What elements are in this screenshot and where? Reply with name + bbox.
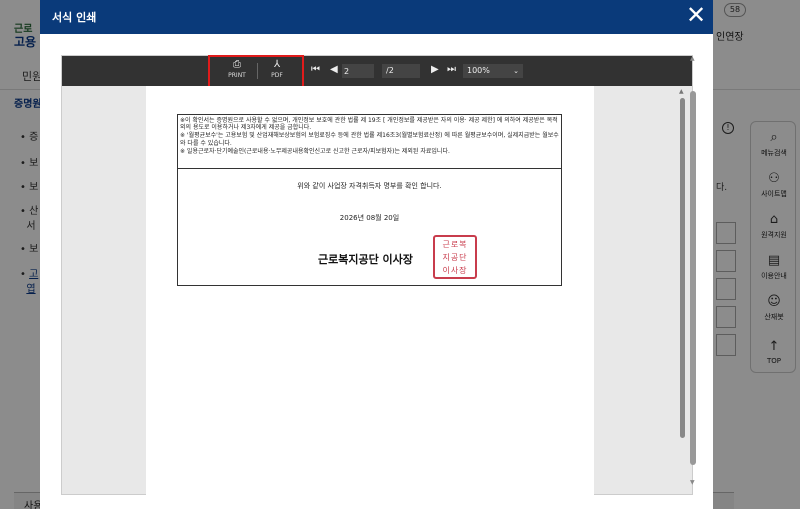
notice-block: ※이 확인서는 증명원으로 사용할 수 없으며, 개인정보 보호에 관한 법률 … <box>180 117 559 156</box>
scroll-up-icon[interactable]: ▲ <box>690 55 695 62</box>
viewer-scrollbar[interactable]: ▲ <box>679 88 687 440</box>
close-icon: ✕ <box>685 1 707 29</box>
page-number-input[interactable] <box>342 64 374 78</box>
notice-salary: ※ '월평균보수'는 고용보험 및 산업재해보상보험의 보험료징수 등에 관한 … <box>180 132 559 147</box>
document-page: ※이 확인서는 증명원으로 사용할 수 없으며, 개인정보 보호에 관한 법률 … <box>146 86 594 495</box>
viewer-scroll-thumb[interactable] <box>680 98 685 438</box>
modal-scrollbar[interactable]: ▲ ▼ <box>690 55 698 487</box>
document-viewer: ⎙ PRINT ⅄ PDF ⏮ ◀ /2 ▶ ⏭ 100% ⌄ ※이 확인서는 <box>61 55 693 495</box>
first-page-icon: ⏮ <box>311 64 320 75</box>
last-page-button[interactable]: ⏭ <box>447 64 456 76</box>
modal-header: 서식 인쇄 ✕ <box>40 0 713 34</box>
issue-date: 2026년 08월 20일 <box>339 214 400 222</box>
signer-name: 근로복지공단 이사장 <box>318 253 413 266</box>
modal-title: 서식 인쇄 <box>52 11 97 24</box>
notice-daily-workers: ※ 일용근로자·단기예술인(근로내용·노무제공내용확인신고로 신고한 근로자/피… <box>180 147 450 155</box>
modal-scroll-thumb[interactable] <box>690 91 696 465</box>
zoom-select[interactable]: 100% ⌄ <box>463 64 523 78</box>
notice-privacy: ※이 확인서는 증명원으로 사용할 수 없으며, 개인정보 보호에 관한 법률 … <box>180 117 558 132</box>
last-page-icon: ⏭ <box>447 64 456 75</box>
official-seal: 근로복 지공단 이사장 <box>433 235 477 279</box>
confirm-statement: 위와 같이 사업장 자격취득자 명부를 확인 합니다. <box>297 182 442 190</box>
next-page-icon: ▶ <box>431 64 439 75</box>
next-page-button[interactable]: ▶ <box>431 64 439 76</box>
scroll-up-icon[interactable]: ▲ <box>679 88 684 95</box>
close-button[interactable]: ✕ <box>684 1 708 29</box>
first-page-button[interactable]: ⏮ <box>311 64 320 76</box>
print-form-modal: 서식 인쇄 ✕ ⎙ PRINT ⅄ PDF ⏮ ◀ /2 ▶ ⏭ 100% ⌄ <box>40 0 713 509</box>
document-frame: ※이 확인서는 증명원으로 사용할 수 없으며, 개인정보 보호에 관한 법률 … <box>177 114 562 286</box>
chevron-down-icon: ⌄ <box>513 67 519 75</box>
document-divider <box>178 168 561 169</box>
viewer-toolbar: ⎙ PRINT ⅄ PDF ⏮ ◀ /2 ▶ ⏭ 100% ⌄ <box>62 56 692 86</box>
scroll-down-icon[interactable]: ▼ <box>690 479 695 486</box>
prev-page-icon: ◀ <box>330 64 338 75</box>
page-total: /2 <box>382 64 420 78</box>
prev-page-button[interactable]: ◀ <box>330 64 338 76</box>
